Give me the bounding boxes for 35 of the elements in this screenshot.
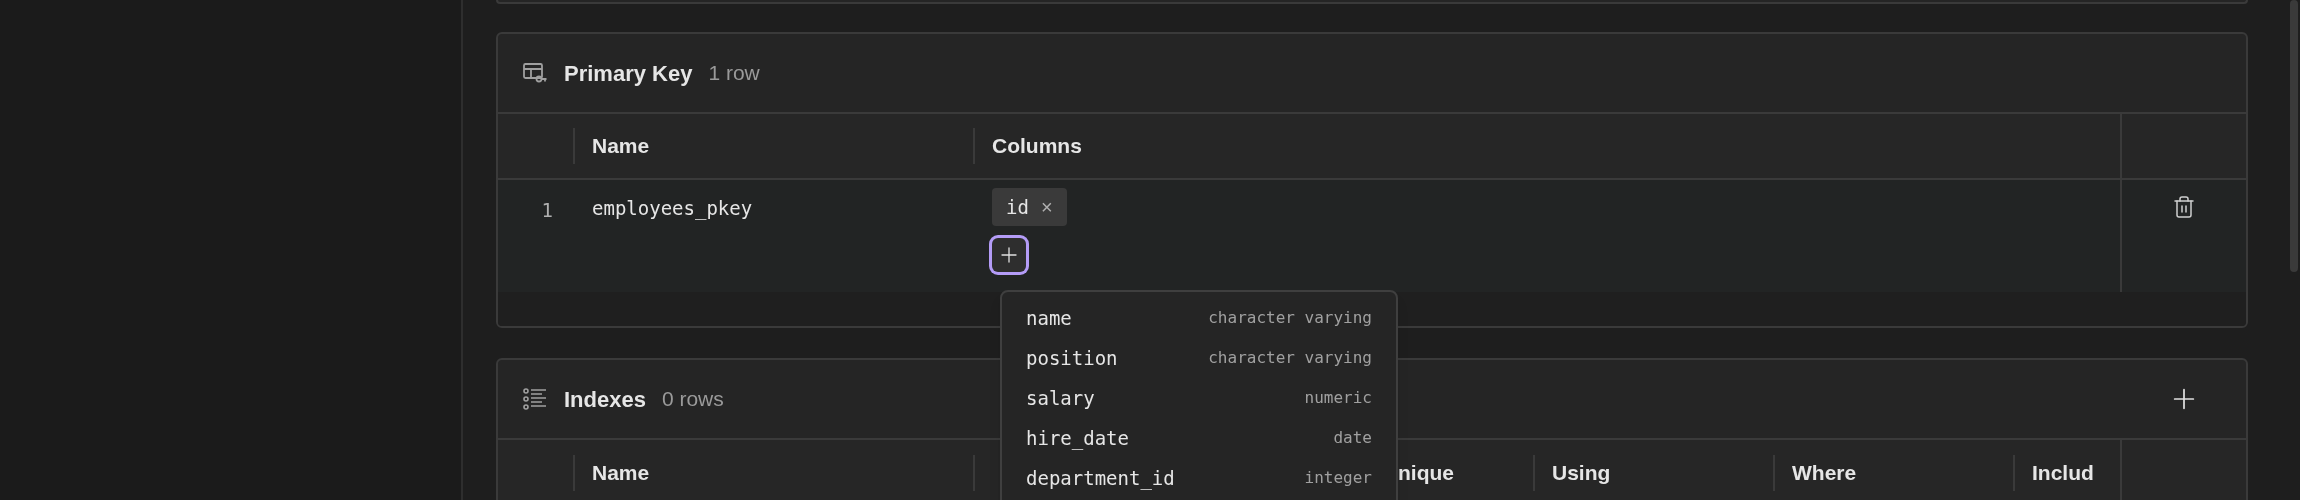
column-name: department_id [1026,465,1175,492]
delete-button[interactable] [2172,194,2196,220]
column-type: integer [1304,467,1372,489]
chip-label: id [1006,194,1029,220]
column-header: Name [591,133,650,160]
column-header: nique [1397,460,1454,487]
dropdown-item[interactable]: department_id integer [1002,458,1396,498]
section-title: Primary Key [564,59,693,88]
section-title: Indexes [564,385,646,414]
column-type: character varying [1208,347,1372,369]
column-type: numeric [1304,387,1372,409]
table-key-icon [522,62,548,84]
column-header: Where [1791,460,1857,487]
dropdown-item[interactable]: salary numeric [1002,378,1396,418]
column-name: position [1026,345,1118,371]
column-header: Columns [991,133,1082,160]
dropdown-item[interactable]: hire_date date [1002,418,1396,458]
column-type: character varying [1208,307,1372,329]
column-type: date [1333,427,1372,449]
column-name: name [1026,305,1072,331]
dropdown-item[interactable]: name character varying [1002,298,1396,338]
column-name: hire_date [1026,425,1129,452]
table-cell: employees_pkey [592,197,753,219]
dropdown-item[interactable]: position character varying [1002,338,1396,378]
add-column-button[interactable] [992,238,1026,272]
row-count: 1 row [708,60,760,87]
column-header: Using [1551,460,1611,487]
trash-icon [2172,195,2196,219]
column-name: salary [1026,385,1095,411]
column-header: Name [591,460,650,487]
column-header: Includ [2031,460,2094,487]
remove-button[interactable]: × [1040,192,1053,222]
row-count: 0 rows [661,386,724,413]
row-number: 1 [541,199,553,221]
list-icon [522,387,548,411]
